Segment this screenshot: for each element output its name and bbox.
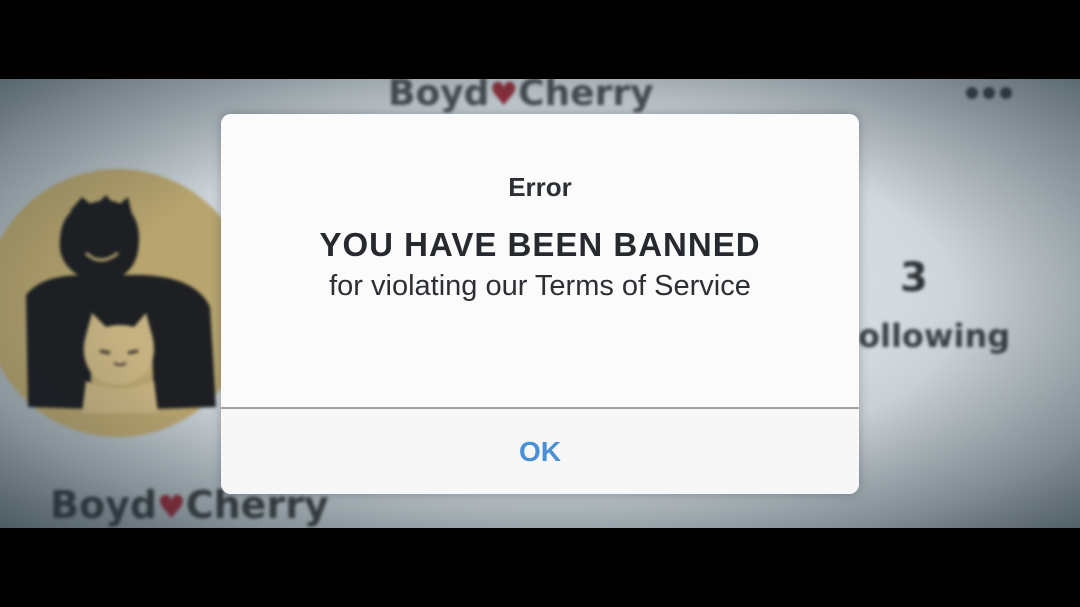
ban-headline: YOU HAVE BEEN BANNED xyxy=(319,226,761,263)
following-label[interactable]: ollowing xyxy=(858,317,1010,355)
profile-header-name-left: Boyd xyxy=(388,79,490,114)
more-horizontal-icon[interactable] xyxy=(966,87,1012,99)
profile-header-name-right: Cherry xyxy=(518,79,654,114)
ok-button[interactable]: OK xyxy=(221,409,859,494)
dialog-title: Error xyxy=(508,172,572,202)
error-dialog: Error YOU HAVE BEEN BANNED for violating… xyxy=(221,114,859,494)
dialog-body: Error YOU HAVE BEEN BANNED for violating… xyxy=(221,114,859,407)
profile-footer-name-left: Boyd xyxy=(50,483,158,527)
letterbox-top xyxy=(0,0,1080,79)
profile-avatar-icon[interactable] xyxy=(0,167,254,439)
following-count: 3 xyxy=(900,255,928,301)
heart-icon: ♥ xyxy=(157,488,186,526)
profile-header-name: Boyd♥Cherry xyxy=(388,79,654,114)
letterbox-bottom xyxy=(0,528,1080,607)
ban-message: for violating our Terms of Service xyxy=(329,270,751,302)
heart-icon: ♥ xyxy=(489,79,519,113)
